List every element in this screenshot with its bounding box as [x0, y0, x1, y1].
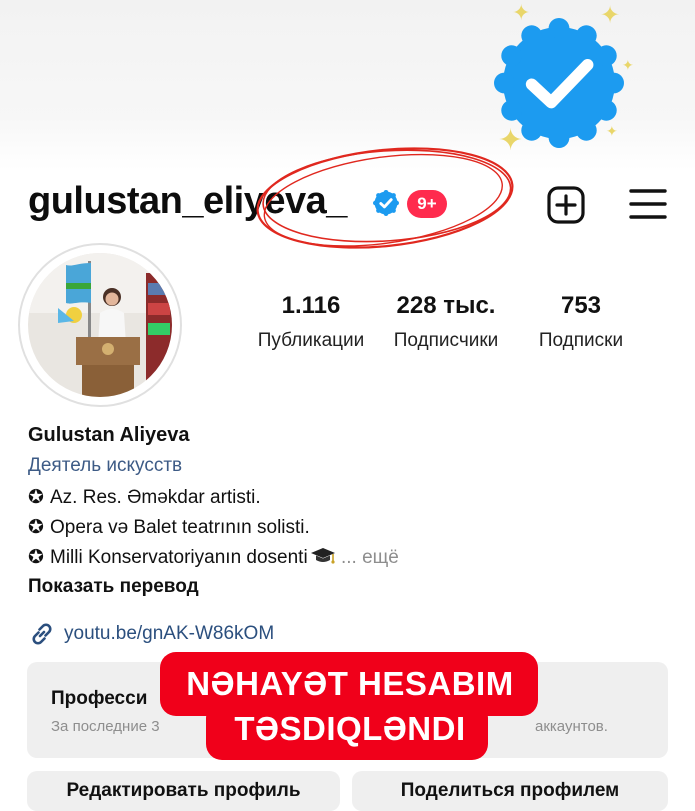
share-profile-button[interactable]: Поделиться профилем — [352, 771, 668, 811]
bio-line: ✪ Milli Konservatoriyanın dosenti ... ещё — [28, 546, 399, 569]
profile-link-text: youtu.be/gnAK-W86kOM — [64, 623, 275, 644]
followers-count: 228 тыс. — [396, 292, 496, 319]
bio-line: ✪ Az. Res. Əməkdar artisti. — [28, 486, 261, 509]
link-icon — [32, 623, 52, 645]
verified-badge-icon — [494, 18, 624, 148]
profile-category: Деятель искусств — [28, 455, 183, 476]
avatar[interactable] — [18, 243, 182, 407]
verified-badge-icon — [373, 190, 399, 216]
following-label: Подписки — [538, 330, 624, 351]
professional-dashboard-subtitle: За последние 3 — [51, 718, 160, 735]
following-count: 753 — [560, 292, 602, 319]
professional-dashboard-card[interactable]: Професси За последние 3 аккаунтов. — [27, 662, 668, 758]
stat-followers[interactable]: 228 тыс. Подписчики — [382, 292, 510, 352]
profile-link[interactable]: youtu.be/gnAK-W86kOM — [28, 620, 274, 648]
plus-square-icon[interactable] — [546, 185, 586, 225]
bio-line: ✪ Opera və Balet teatrının solisti. — [28, 516, 310, 539]
bio-line-text: Milli Konservatoriyanın dosenti — [50, 547, 308, 568]
bio-bullet: ✪ — [28, 487, 44, 508]
edit-profile-button[interactable]: Редактировать профиль — [27, 771, 340, 811]
bio-line-text: Az. Res. Əməkdar artisti. — [50, 487, 261, 508]
stat-posts[interactable]: 1.116 Публикации — [248, 292, 374, 352]
notification-badge[interactable]: 9+ — [407, 190, 447, 218]
professional-dashboard-title: Професси — [51, 688, 148, 709]
menu-icon[interactable] — [628, 186, 668, 222]
posts-label: Публикации — [257, 330, 365, 351]
profile-name: Gulustan Aliyeva — [28, 424, 190, 446]
stat-following[interactable]: 753 Подписки — [518, 292, 644, 352]
bio-bullet: ✪ — [28, 547, 44, 568]
professional-dashboard-subtitle-end: аккаунтов. — [535, 718, 608, 735]
show-translation-link[interactable]: Показать перевод — [28, 576, 199, 598]
more-link[interactable]: ... ещё — [341, 547, 399, 568]
avatar-photo — [28, 253, 172, 397]
posts-count: 1.116 — [281, 292, 341, 319]
bio-bullet: ✪ — [28, 517, 44, 538]
username[interactable]: gulustan_eliyeva_ — [28, 180, 347, 223]
bio-line-text: Opera və Balet teatrının solisti. — [50, 517, 310, 538]
graduation-cap-icon — [310, 548, 335, 564]
followers-label: Подписчики — [393, 330, 499, 351]
